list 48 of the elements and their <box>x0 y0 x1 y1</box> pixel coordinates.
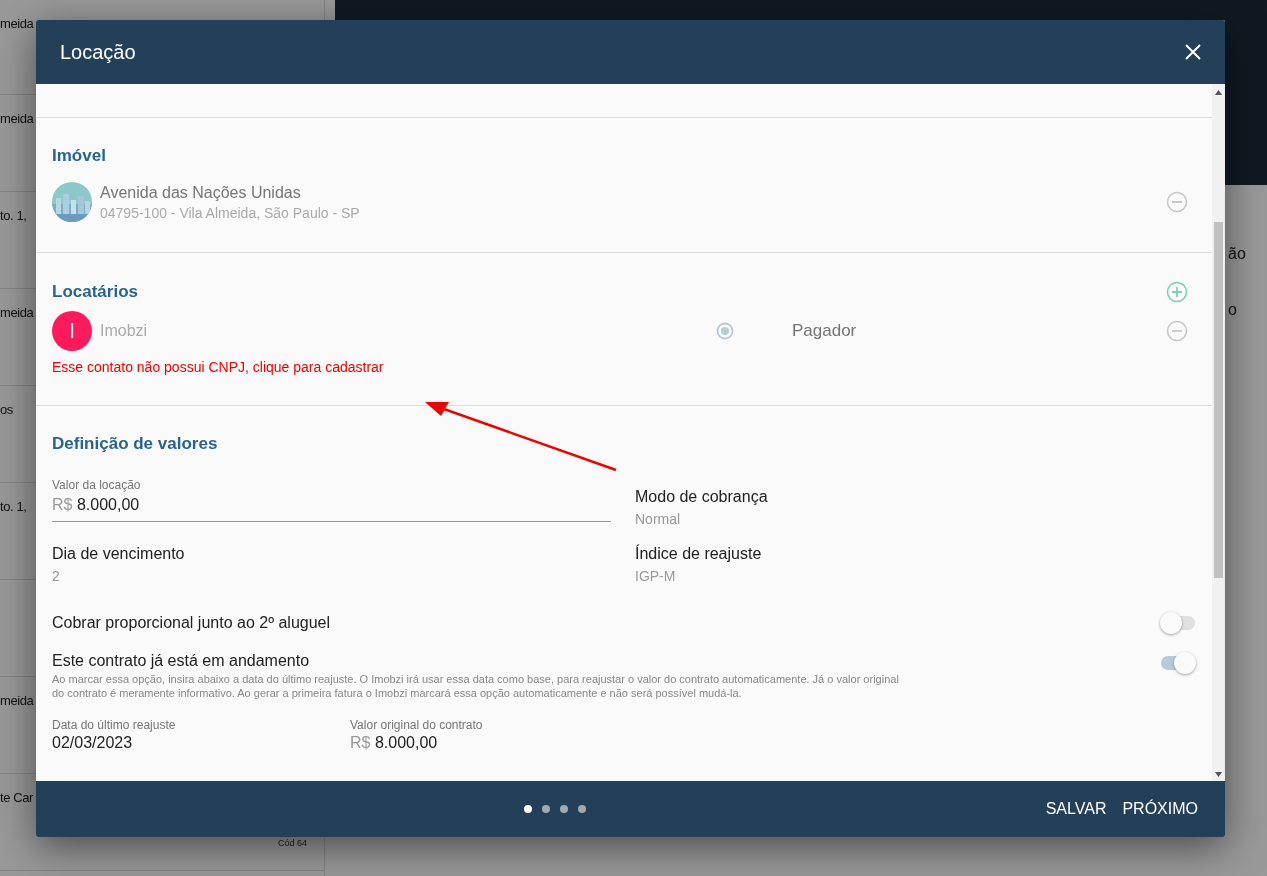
scroll-up-icon[interactable] <box>1215 90 1222 95</box>
list-item-text: meida <box>0 693 34 708</box>
footer-button[interactable]: SALVAR <box>1037 794 1115 824</box>
detail-text: ão <box>1228 245 1246 263</box>
scrollbar-thumb[interactable] <box>1214 222 1223 578</box>
role-label: Pagador <box>792 321 858 341</box>
tenant-name: Imobzi <box>100 322 149 340</box>
property-name: Avenida das Nações Unidas <box>100 183 302 202</box>
list-item-text: meida <box>0 111 34 126</box>
field-value: 2 <box>52 568 61 584</box>
payer-radio[interactable] <box>716 322 734 340</box>
field-label: Valor original do contrato <box>350 718 484 732</box>
list-item-text: meida <box>0 305 34 320</box>
step-dot[interactable] <box>559 805 568 813</box>
field-value: Normal <box>635 511 682 527</box>
toggle-switch[interactable] <box>1160 652 1196 674</box>
list-item-text: to. 1, <box>0 208 27 223</box>
section-heading: Locatários <box>52 282 138 302</box>
field-label: Data do último reajuste <box>52 718 177 732</box>
section-heading: Definição de valores <box>52 434 219 454</box>
field-label: Modo de cobrança <box>635 488 769 506</box>
list-item-text: os <box>0 402 13 417</box>
option-label: Este contrato já está em andamento <box>52 652 311 670</box>
step-dot[interactable] <box>523 805 532 813</box>
close-icon[interactable] <box>1185 44 1201 60</box>
value-field[interactable]: R$ 8.000,00 <box>350 734 648 752</box>
list-item-text: te Car <box>0 790 33 805</box>
code-label: Cód 64 <box>277 838 307 848</box>
list-item-text: meida <box>0 16 34 31</box>
rent-field[interactable]: Valor da locação R$ 8.000,00 <box>52 478 611 527</box>
property-address: 04795-100 - Vila Almeida, São Paulo - SP <box>100 204 361 221</box>
option-description: Ao marcar essa opção, insira abaixo a data do último reajuste. O Imobzi irá usar essa data como base, para reajustar o valor do contrato automaticamente. Já o valor original do contrato é meramente informativo. Ao gerar a primeira fatura o Imobzi marcará essa opção automaticamente e não será possível mudá-la. <box>52 672 900 700</box>
field-label: Dia de vencimento <box>52 545 186 563</box>
list-item-text: to. 1, <box>0 499 27 514</box>
warning-link[interactable]: Esse contato não possui CNPJ, clique para cadastrar <box>52 359 1196 375</box>
field-value: IGP-M <box>635 568 677 584</box>
scroll-down-icon[interactable] <box>1215 772 1222 777</box>
detail-text: o <box>1228 301 1237 319</box>
date-field[interactable]: 02/03/2023 <box>52 734 350 752</box>
option-label: Cobrar proporcional junto ao 2º aluguel <box>52 614 331 632</box>
step-dot[interactable] <box>541 805 550 813</box>
dialog-title: Locação <box>60 40 136 64</box>
section-heading: Imóvel <box>52 146 107 166</box>
step-dot[interactable] <box>577 805 586 813</box>
toggle-switch[interactable] <box>1160 612 1196 634</box>
avatar: I <box>52 311 92 351</box>
field-label: Índice de reajuste <box>635 545 763 563</box>
footer-button[interactable]: PRÓXIMO <box>1114 794 1206 824</box>
